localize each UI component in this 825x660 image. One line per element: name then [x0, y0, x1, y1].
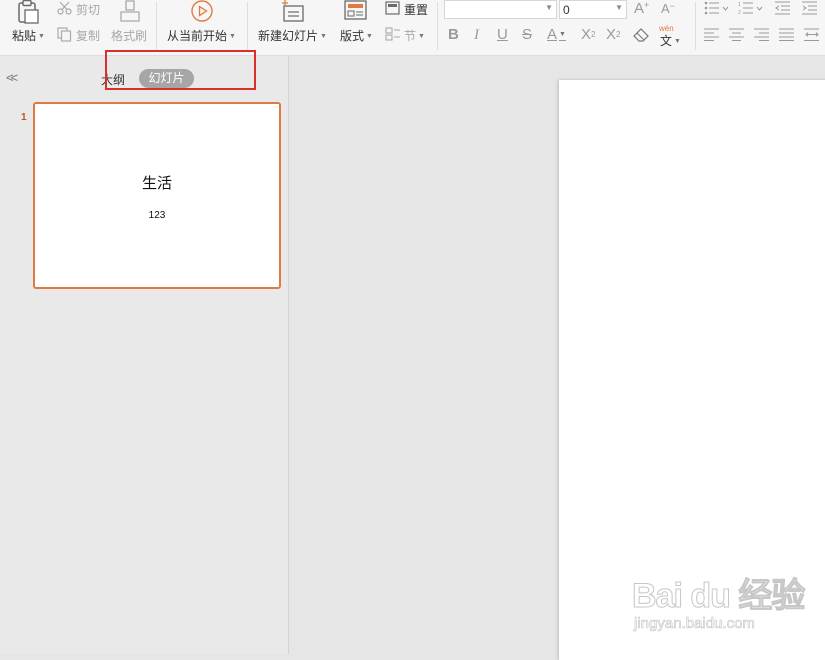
eraser-icon[interactable]: [633, 28, 650, 42]
align-right-icon[interactable]: [754, 28, 770, 41]
font-size-select[interactable]: 0 ▼: [559, 0, 627, 19]
layout-button[interactable]: 版式 ▼: [340, 27, 373, 44]
font-color-icon[interactable]: A ▼: [547, 26, 566, 43]
phonetic-guide-button[interactable]: 文 ▼: [660, 32, 681, 49]
format-painter-icon: [119, 0, 141, 22]
strikethrough-icon[interactable]: S: [522, 27, 532, 43]
distribute-icon[interactable]: [804, 28, 820, 41]
section-button[interactable]: 节 ▼: [404, 27, 425, 44]
copy-icon: [57, 27, 72, 42]
chevron-down-icon: ▼: [545, 3, 553, 12]
slide-thumbnail[interactable]: 生活 123: [33, 102, 281, 289]
section-icon: [385, 27, 401, 41]
new-slide-button[interactable]: 新建幻灯片 ▼: [258, 27, 327, 44]
italic-icon[interactable]: I: [474, 27, 479, 43]
play-icon[interactable]: [190, 0, 214, 22]
bullet-list-icon[interactable]: [704, 1, 730, 15]
svg-text:2: 2: [738, 10, 741, 15]
justify-icon[interactable]: [779, 28, 795, 41]
underline-icon[interactable]: U: [497, 27, 508, 43]
font-name-select[interactable]: ▼: [444, 0, 557, 19]
editing-canvas: [289, 56, 825, 660]
scissors-icon: [57, 1, 73, 15]
subscript-icon[interactable]: X2: [606, 27, 620, 43]
increase-indent-icon[interactable]: [802, 1, 818, 15]
collapse-panel-icon[interactable]: <<: [6, 70, 18, 85]
increase-font-icon[interactable]: A+: [634, 0, 649, 17]
layout-icon[interactable]: [344, 0, 368, 22]
ribbon-toolbar: 粘贴 ▼ 剪切 复制 格式刷 从当前开始 ▼ 新建幻灯片 ▼ 版式 ▼ 重置 节 ▼ ▼: [0, 0, 825, 56]
slides-panel: << 大纲 幻灯片 1 生活 123: [0, 56, 289, 654]
slide-thumbnail-title: 生活: [141, 175, 172, 192]
numbered-list-icon[interactable]: 12: [738, 1, 764, 15]
reset-icon: [385, 1, 401, 15]
highlight-box: [105, 50, 256, 90]
paste-icon[interactable]: [16, 0, 40, 24]
svg-text:1: 1: [738, 2, 741, 8]
watermark-logo: Bai du 经验: [631, 577, 805, 616]
new-slide-icon[interactable]: [281, 0, 305, 22]
superscript-icon[interactable]: X2: [581, 27, 595, 43]
reset-button[interactable]: 重置: [404, 1, 428, 18]
chevron-down-icon: ▼: [615, 3, 623, 12]
format-painter-button[interactable]: 格式刷: [111, 27, 147, 44]
play-from-current-button[interactable]: 从当前开始 ▼: [167, 27, 236, 44]
copy-button[interactable]: 复制: [76, 27, 100, 44]
decrease-font-icon[interactable]: A−: [661, 1, 675, 16]
slide-thumbnail-subtitle: 123: [148, 210, 166, 221]
decrease-indent-icon[interactable]: [775, 1, 791, 15]
slide-number: 1: [21, 112, 27, 123]
align-left-icon[interactable]: [704, 28, 720, 41]
watermark: Bai du 经验 jingyan.baidu.com: [631, 568, 805, 638]
bold-icon[interactable]: B: [448, 27, 459, 43]
paste-button[interactable]: 粘贴 ▼: [12, 27, 45, 44]
watermark-url: jingyan.baidu.com: [634, 615, 756, 633]
cut-button[interactable]: 剪切: [76, 1, 100, 18]
align-center-icon[interactable]: [729, 28, 745, 41]
